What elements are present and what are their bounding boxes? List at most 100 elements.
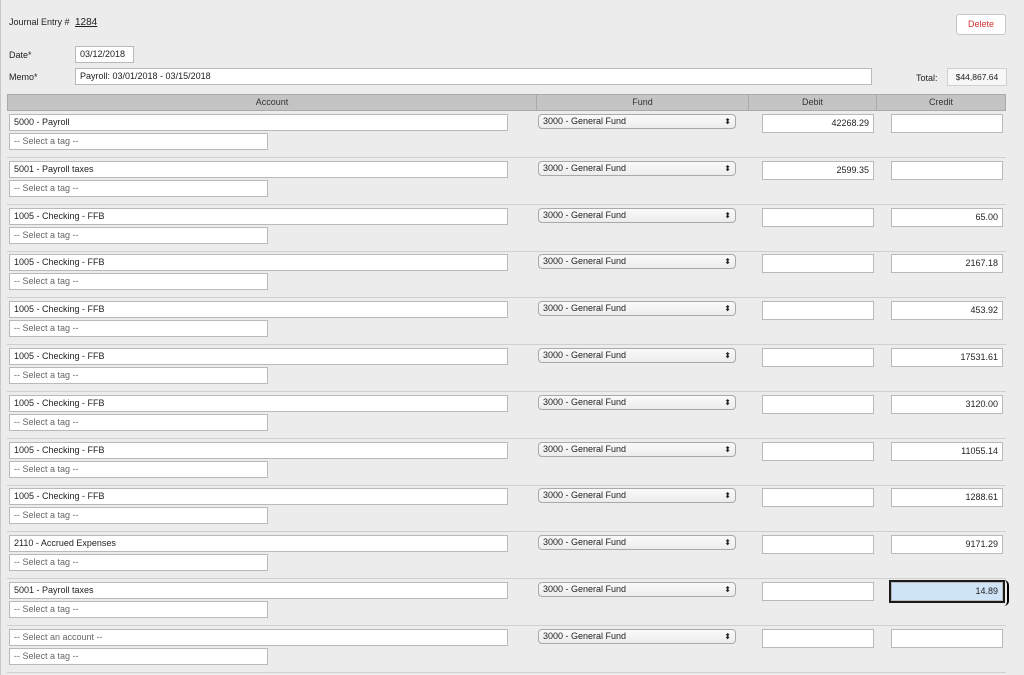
credit-field[interactable]: 2167.18 (891, 254, 1003, 274)
updown-arrows-icon: ⬍ (724, 351, 731, 360)
column-header-debit: Debit (749, 95, 877, 110)
account-field[interactable]: 5001 - Payroll taxes (9, 160, 508, 178)
updown-arrows-icon: ⬍ (724, 585, 731, 594)
updown-arrows-icon: ⬍ (724, 117, 731, 126)
debit-field[interactable] (762, 441, 874, 461)
fund-select[interactable]: 3000 - General Fund ⬍ (538, 114, 736, 129)
tag-select[interactable]: -- Select a tag -- (9, 133, 268, 150)
fund-select[interactable]: 3000 - General Fund ⬍ (538, 535, 736, 551)
delete-button[interactable]: Delete (956, 14, 1006, 35)
credit-field[interactable]: 17531.61 (891, 348, 1003, 367)
table-row: 1005 - Checking - FFB -- Select a tag -- 3… (7, 205, 1006, 252)
fund-select-value: 3000 - General Fund (543, 584, 627, 594)
tag-select[interactable]: -- Select a tag -- (9, 507, 268, 525)
tag-select[interactable]: -- Select a tag -- (9, 367, 268, 384)
table-header: Account Fund Debit Credit (7, 94, 1006, 111)
fund-select[interactable]: 3000 - General Fund ⬍ (538, 301, 736, 317)
fund-select-value: 3000 - General Fund (543, 630, 627, 641)
account-field[interactable]: 1005 - Checking - FFB (9, 348, 508, 365)
fund-select[interactable]: 3000 - General Fund ⬍ (538, 582, 736, 597)
fund-select-value: 3000 - General Fund (543, 116, 627, 126)
updown-arrows-icon: ⬍ (724, 163, 731, 173)
account-field[interactable]: 1005 - Checking - FFB (9, 488, 508, 506)
debit-field[interactable] (762, 254, 874, 274)
account-field[interactable]: 1005 - Checking - FFB (9, 394, 508, 412)
debit-field[interactable] (762, 628, 874, 648)
account-field[interactable]: 5000 - Payroll (9, 114, 508, 131)
debit-field[interactable] (762, 348, 874, 367)
debit-field[interactable]: 2599.35 (762, 160, 874, 180)
date-field[interactable]: 03/12/2018 (75, 46, 134, 63)
debit-field[interactable] (762, 488, 874, 508)
table-row: 5001 - Payroll taxes -- Select a tag -- 30… (7, 158, 1006, 205)
journal-entry-number: 1284 (75, 17, 98, 28)
account-field[interactable]: 1005 - Checking - FFB (9, 207, 508, 225)
fund-select[interactable]: 3000 - General Fund ⬍ (538, 160, 736, 176)
fund-select[interactable]: 3000 - General Fund ⬍ (538, 348, 736, 363)
tag-select[interactable]: -- Select a tag -- (9, 554, 268, 572)
account-field[interactable]: -- Select an account -- (9, 628, 508, 646)
credit-field[interactable]: 453.92 (891, 301, 1003, 321)
updown-arrows-icon: ⬍ (724, 257, 731, 267)
credit-field[interactable]: 9171.29 (891, 535, 1003, 555)
updown-arrows-icon: ⬍ (724, 210, 731, 220)
updown-arrows-icon: ⬍ (724, 491, 731, 501)
fund-select[interactable]: 3000 - General Fund ⬍ (538, 441, 736, 457)
table-row: 2110 - Accrued Expenses -- Select a tag -… (7, 532, 1006, 580)
debit-field[interactable] (762, 535, 874, 555)
journal-entry-label: Journal Entry # (9, 17, 70, 27)
journal-entry-form: Journal Entry # 1284 Date* 03/12/2018 Me… (0, 0, 1024, 675)
table-row: 5000 - Payroll -- Select a tag -- 3000 - G… (7, 111, 1006, 158)
fund-select-value: 3000 - General Fund (543, 443, 627, 454)
table-row: 1005 - Checking - FFB -- Select a tag -- 3… (7, 392, 1006, 439)
memo-label: Memo* (9, 72, 38, 82)
fund-select-value: 3000 - General Fund (543, 209, 627, 220)
account-field[interactable]: 2110 - Accrued Expenses (9, 535, 508, 553)
credit-field[interactable]: 65.00 (891, 207, 1003, 227)
tag-select[interactable]: -- Select a tag -- (9, 226, 268, 244)
date-label: Date* (9, 50, 32, 60)
table-row: 1005 - Checking - FFB -- Select a tag -- 3… (7, 485, 1006, 533)
column-header-credit: Credit (928, 97, 953, 107)
column-header-fund: Fund (537, 95, 749, 110)
credit-field[interactable] (891, 114, 1003, 133)
column-header-account: Account (8, 95, 537, 110)
debit-field[interactable] (762, 394, 874, 414)
tag-select[interactable]: -- Select a tag -- (9, 601, 268, 618)
tag-select[interactable]: -- Select a tag -- (9, 273, 268, 291)
fund-select[interactable]: 3000 - General Fund ⬍ (538, 207, 736, 223)
credit-field[interactable]: 1288.61 (891, 488, 1003, 508)
credit-field[interactable] (891, 160, 1003, 180)
tag-select[interactable]: -- Select a tag -- (9, 460, 268, 478)
account-field[interactable]: 1005 - Checking - FFB (9, 301, 508, 319)
table-row: 1005 - Checking - FFB -- Select a tag -- 3… (7, 251, 1006, 299)
tag-select[interactable]: -- Select a tag -- (9, 179, 268, 197)
fund-select[interactable]: 3000 - General Fund ⬍ (538, 628, 736, 644)
total-value: $44,867.64 (947, 68, 1007, 86)
tag-select[interactable]: -- Select a tag -- (9, 647, 268, 665)
account-field[interactable]: 5001 - Payroll taxes (9, 582, 508, 599)
memo-field[interactable]: Payroll: 03/01/2018 - 03/15/2018 (75, 68, 872, 85)
credit-field[interactable]: 11055.14 (891, 441, 1003, 461)
fund-select[interactable]: 3000 - General Fund ⬍ (538, 394, 736, 410)
debit-field[interactable] (762, 301, 874, 321)
fund-select[interactable]: 3000 - General Fund ⬍ (538, 254, 736, 270)
account-field[interactable]: 1005 - Checking - FFB (9, 441, 508, 459)
table-row: 1005 - Checking - FFB -- Select a tag -- 3… (7, 439, 1006, 486)
debit-field[interactable] (762, 582, 874, 601)
account-field[interactable]: 1005 - Checking - FFB (9, 254, 508, 272)
credit-field[interactable]: 3120.00 (891, 394, 1003, 414)
fund-select-value: 3000 - General Fund (543, 350, 627, 360)
fund-select-value: 3000 - General Fund (543, 256, 627, 267)
text-cursor-marker (1004, 580, 1009, 606)
fund-select[interactable]: 3000 - General Fund ⬍ (538, 488, 736, 504)
credit-field[interactable] (891, 628, 1003, 648)
credit-field[interactable]: 14.89 (889, 580, 1005, 603)
debit-field[interactable] (762, 207, 874, 227)
tag-select[interactable]: -- Select a tag -- (9, 413, 268, 431)
debit-field[interactable]: 42268.29 (762, 114, 874, 133)
fund-select-value: 3000 - General Fund (543, 537, 627, 548)
updown-arrows-icon: ⬍ (724, 304, 731, 314)
tag-select[interactable]: -- Select a tag -- (9, 320, 268, 338)
updown-arrows-icon: ⬍ (724, 444, 731, 454)
